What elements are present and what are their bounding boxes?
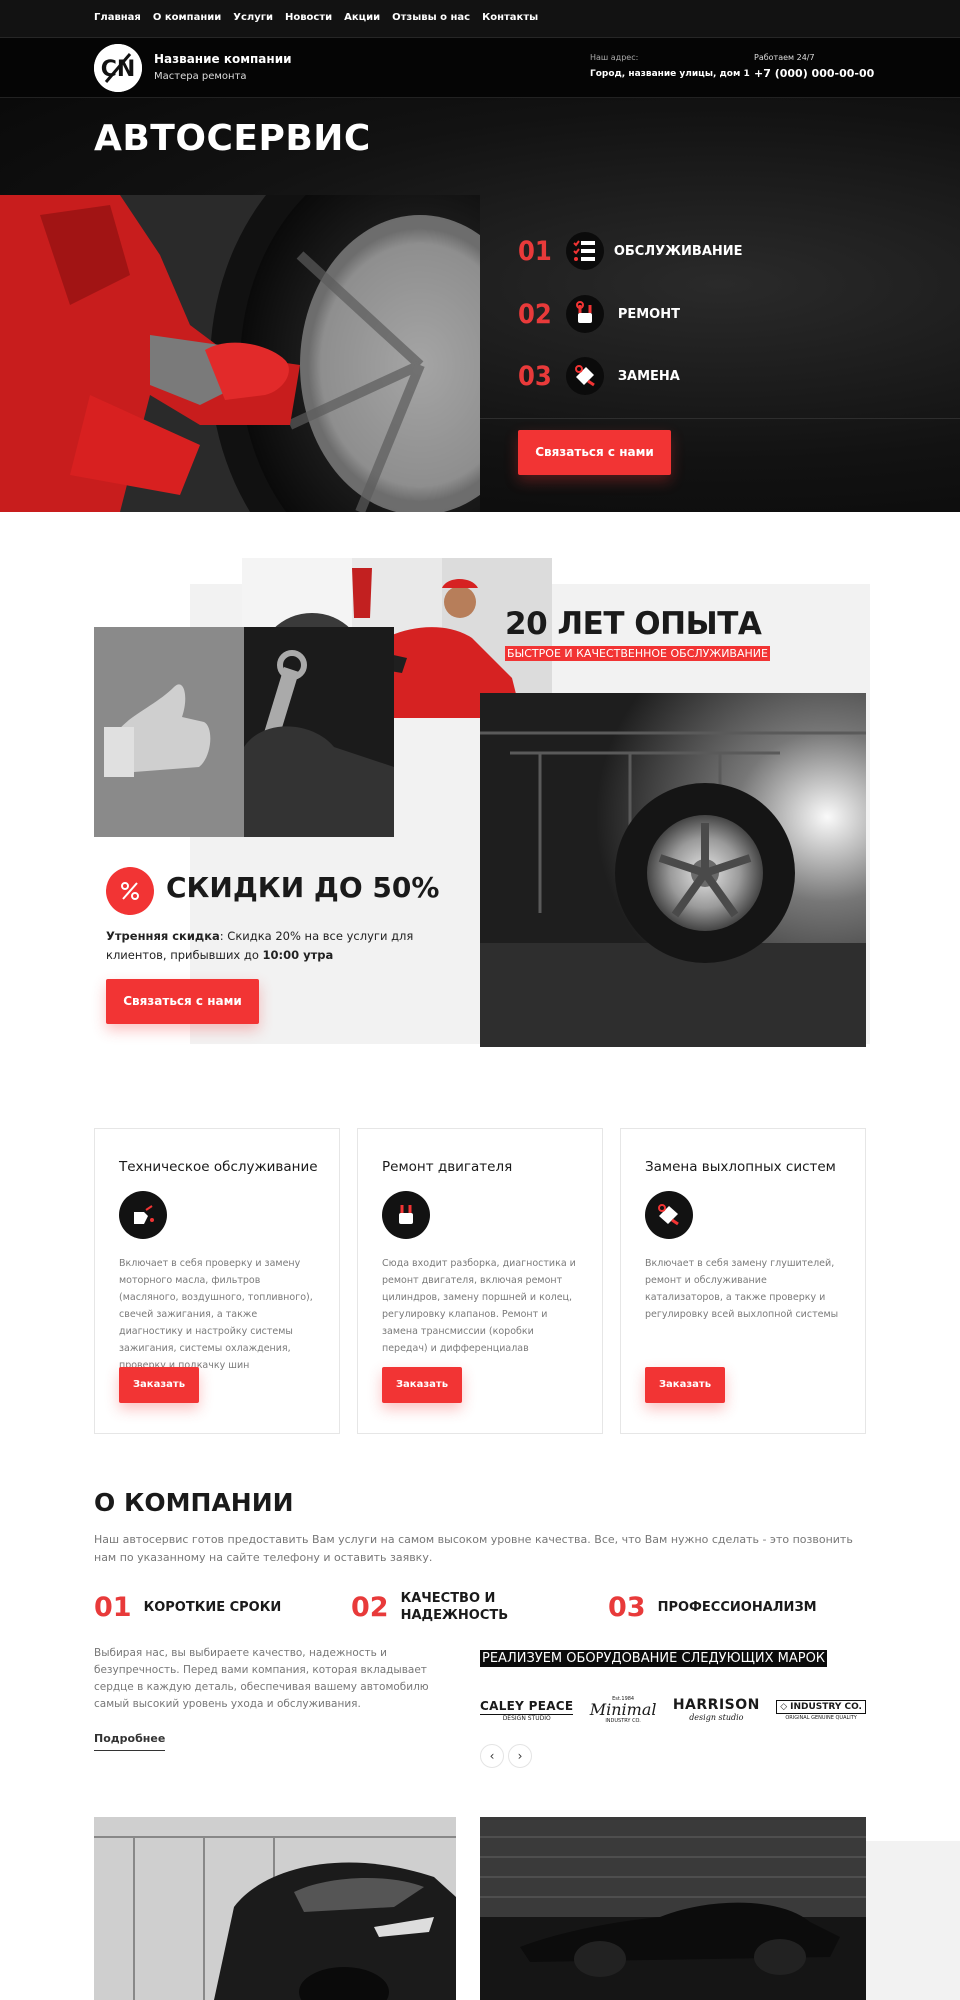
order-button[interactable]: Заказать bbox=[645, 1367, 725, 1403]
hero-mechanic-photo bbox=[0, 195, 480, 512]
service-card-maintenance: Техническое обслуживание Включает в себя… bbox=[94, 1128, 340, 1434]
brand-logo-harrison[interactable]: HARRISON design studio bbox=[672, 1697, 760, 1723]
experience-subtitle: БЫСТРОЕ И КАЧЕСТВЕННОЕ ОБСЛУЖИВАНИЕ bbox=[505, 646, 770, 661]
brand-name: INDUSTRY CO. bbox=[790, 1701, 862, 1712]
slider-prev-button[interactable]: ‹ bbox=[480, 1744, 504, 1768]
exhaust-icon bbox=[645, 1191, 693, 1239]
about-more-text: Выбирая нас, вы выбираете качество, наде… bbox=[94, 1647, 429, 1710]
hours-label: Работаем 24/7 bbox=[754, 53, 815, 62]
discount-contact-button[interactable]: Связаться с нами bbox=[106, 979, 259, 1024]
wrench-icon bbox=[565, 295, 604, 333]
brand-logo-caley-peace[interactable]: CALEY PEACE DESIGN STUDIO bbox=[480, 1698, 574, 1722]
card-description: Включает в себя проверку и замену моторн… bbox=[119, 1258, 313, 1371]
hero-service-3[interactable]: 03 ЗАМЕНА bbox=[518, 357, 680, 395]
discount-time: 10:00 утра bbox=[262, 948, 334, 962]
feature-number: 03 bbox=[608, 1592, 646, 1623]
service-label: ЗАМЕНА bbox=[617, 368, 680, 384]
hero-divider bbox=[480, 418, 960, 419]
discount-lead: Утренняя скидка bbox=[106, 929, 220, 943]
nav-item-news[interactable]: Новости bbox=[285, 12, 332, 23]
chevron-left-icon: ‹ bbox=[489, 1749, 495, 1763]
header-divider bbox=[0, 97, 960, 98]
replace-icon bbox=[565, 357, 604, 395]
card-title: Замена выхлопных систем bbox=[645, 1159, 836, 1175]
company-tagline: Мастера ремонта bbox=[154, 71, 247, 82]
more-link[interactable]: Подробнее bbox=[94, 1732, 166, 1751]
address-value: Город, название улицы, дом 1 bbox=[590, 69, 750, 79]
service-number: 03 bbox=[518, 360, 552, 392]
top-nav: Главная О компании Услуги Новости Акции … bbox=[0, 0, 960, 38]
card-title: Техническое обслуживание bbox=[119, 1159, 318, 1175]
nav-item-reviews[interactable]: Отзывы о нас bbox=[392, 12, 470, 23]
feature-number: 01 bbox=[94, 1592, 132, 1623]
chevron-right-icon: › bbox=[517, 1749, 523, 1763]
order-button[interactable]: Заказать bbox=[119, 1367, 199, 1403]
brands-title: РЕАЛИЗУЕМ ОБОРУДОВАНИЕ СЛЕДУЮЩИХ МАРОК bbox=[480, 1650, 828, 1667]
slider-next-button[interactable]: › bbox=[508, 1744, 532, 1768]
feature-3: 03 ПРОФЕССИОНАЛИЗМ bbox=[608, 1592, 817, 1623]
card-description: Включает в себя замену глушителей, ремон… bbox=[645, 1258, 839, 1320]
brands-row: CALEY PEACE DESIGN STUDIO Est.1984 Minim… bbox=[480, 1692, 866, 1728]
feature-label: КАЧЕСТВО И НАДЕЖНОСТЬ bbox=[400, 1591, 509, 1623]
brand-logo-minimal[interactable]: Est.1984 Minimal INDUSTRY CO. bbox=[590, 1696, 657, 1724]
brand-logo-industry-co[interactable]: ◇ INDUSTRY CO. ORIGINAL GENUINE QUALITY bbox=[776, 1699, 866, 1721]
checklist-icon bbox=[565, 232, 604, 270]
discount-text: Утренняя скидка: Скидка 20% на все услуг… bbox=[106, 927, 446, 965]
gallery-photo-car-2 bbox=[480, 1817, 866, 2000]
nav-item-home[interactable]: Главная bbox=[94, 12, 141, 23]
gallery-photo-car-1 bbox=[94, 1817, 456, 2000]
service-label: РЕМОНТ bbox=[617, 306, 680, 322]
nav-item-about[interactable]: О компании bbox=[153, 12, 221, 23]
about-text: Наш автосервис готов предоставить Вам ус… bbox=[94, 1533, 853, 1564]
garage-tire-photo bbox=[480, 693, 866, 1047]
card-title: Ремонт двигателя bbox=[382, 1159, 513, 1175]
brand-sub: DESIGN STUDIO bbox=[480, 1713, 574, 1722]
discount-icon bbox=[106, 867, 154, 915]
feature-label: ПРОФЕССИОНАЛИЗМ bbox=[657, 1600, 817, 1615]
feature-number: 02 bbox=[351, 1591, 389, 1623]
about-title: О КОМПАНИИ bbox=[94, 1488, 294, 1517]
service-number: 02 bbox=[518, 298, 552, 330]
oil-can-icon bbox=[119, 1191, 167, 1239]
discount-title: СКИДКИ ДО 50% bbox=[166, 871, 440, 904]
hero-service-1[interactable]: 01 ОБСЛУЖИВАНИЕ bbox=[518, 232, 743, 270]
order-button[interactable]: Заказать bbox=[382, 1367, 462, 1403]
brand-name: HARRISON bbox=[672, 1697, 760, 1713]
service-number: 01 bbox=[518, 235, 552, 267]
feature-label: КОРОТКИЕ СРОКИ bbox=[143, 1600, 282, 1615]
phone-number[interactable]: +7 (000) 000-00-00 bbox=[754, 67, 874, 80]
nav-item-promos[interactable]: Акции bbox=[344, 12, 380, 23]
hero-contact-button[interactable]: Связаться с нами bbox=[518, 430, 671, 475]
experience-title: 20 ЛЕТ ОПЫТА bbox=[505, 606, 762, 642]
service-label: ОБСЛУЖИВАНИЕ bbox=[613, 243, 743, 259]
brand-name: CALEY PEACE bbox=[480, 1698, 574, 1713]
brand-sub: ORIGINAL GENUINE QUALITY bbox=[785, 1714, 857, 1721]
company-logo[interactable]: CN bbox=[94, 44, 142, 92]
hero-title: АВТОСЕРВИС bbox=[94, 118, 371, 159]
hero-service-2[interactable]: 02 РЕМОНТ bbox=[518, 295, 680, 333]
thumbs-up-photo bbox=[94, 627, 394, 837]
service-card-exhaust: Замена выхлопных систем Включает в себя … bbox=[620, 1128, 866, 1434]
address-label: Наш адрес: bbox=[590, 53, 639, 62]
service-card-engine: Ремонт двигателя Сюда входит разборка, д… bbox=[357, 1128, 603, 1434]
diamond-icon: ◇ bbox=[780, 1701, 788, 1712]
nav-item-services[interactable]: Услуги bbox=[233, 12, 273, 23]
company-name: Название компании bbox=[154, 52, 292, 66]
brand-sub: design studio bbox=[689, 1713, 744, 1722]
brand-name: Minimal bbox=[589, 1700, 657, 1719]
nav-item-contacts[interactable]: Контакты bbox=[482, 12, 538, 23]
top-nav-menu: Главная О компании Услуги Новости Акции … bbox=[94, 12, 538, 23]
card-description: Сюда входит разборка, диагностика и ремо… bbox=[382, 1258, 576, 1354]
feature-1: 01 КОРОТКИЕ СРОКИ bbox=[94, 1592, 281, 1623]
engine-icon bbox=[382, 1191, 430, 1239]
feature-2: 02 КАЧЕСТВО И НАДЕЖНОСТЬ bbox=[351, 1590, 511, 1624]
